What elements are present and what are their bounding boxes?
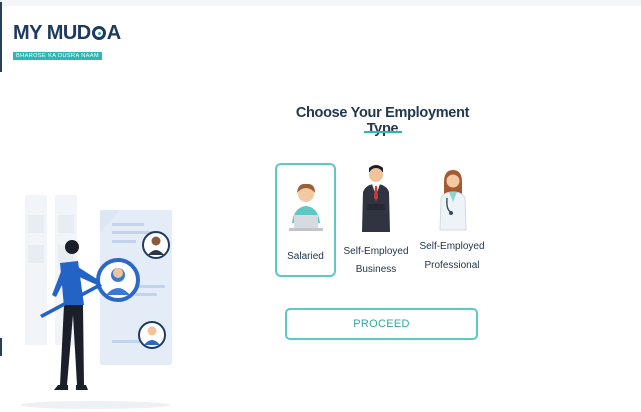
option-professional-label-line2: Professional bbox=[424, 260, 480, 271]
logo-o-icon bbox=[91, 26, 106, 40]
proceed-button[interactable]: PROCEED bbox=[285, 308, 478, 340]
option-salaried-label: Salaried bbox=[287, 251, 324, 262]
hiring-illustration bbox=[20, 195, 172, 409]
brand-name: MY MUD A bbox=[13, 22, 121, 44]
business-person-icon bbox=[362, 165, 390, 232]
window-edge-marker-lower bbox=[0, 338, 2, 356]
option-professional-label-line1: Self-Employed bbox=[419, 241, 485, 252]
salaried-person-icon bbox=[289, 183, 323, 231]
brand-tagline: BHAROSE KA DUSRA NAAM bbox=[13, 52, 103, 60]
title-underline bbox=[364, 131, 402, 133]
option-self-employed-business[interactable]: Self-Employed Business bbox=[342, 160, 410, 280]
professional-person-icon bbox=[439, 170, 467, 231]
option-salaried[interactable]: Salaried bbox=[275, 163, 336, 277]
option-business-label-line2: Business bbox=[355, 264, 397, 275]
option-business-label-line1: Self-Employed bbox=[343, 246, 409, 257]
option-self-employed-professional[interactable]: Self-Employed Professional bbox=[417, 165, 487, 280]
top-bar bbox=[0, 0, 641, 6]
window-edge-marker bbox=[0, 2, 2, 72]
brand-logo[interactable]: MY MUD A BHAROSE KA DUSRA NAAM bbox=[13, 22, 121, 62]
